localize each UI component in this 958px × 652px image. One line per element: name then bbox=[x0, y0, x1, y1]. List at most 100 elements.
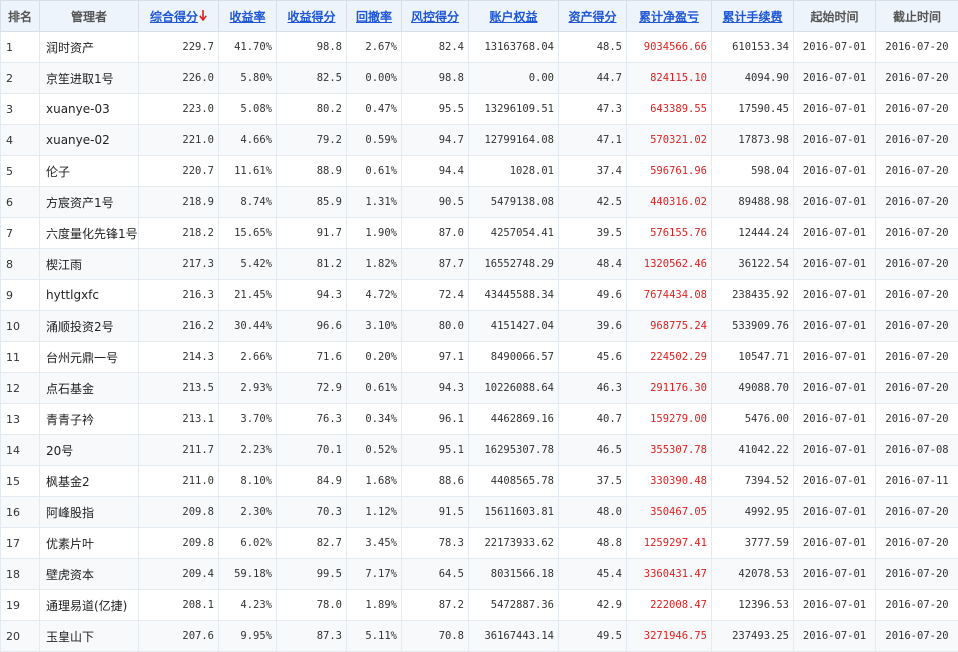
asset-score-cell: 39.6 bbox=[559, 311, 627, 342]
score-cell: 207.6 bbox=[139, 621, 219, 652]
column-header-asset-score[interactable]: 资产得分 bbox=[559, 1, 627, 32]
column-header-fees[interactable]: 累计手续费 bbox=[712, 1, 794, 32]
fees-cell: 7394.52 bbox=[712, 466, 794, 497]
column-header-drawdown[interactable]: 回撤率 bbox=[347, 1, 402, 32]
return-rate-cell: 11.61% bbox=[219, 156, 277, 187]
equity-cell: 43445588.34 bbox=[469, 280, 559, 311]
equity-cell: 4151427.04 bbox=[469, 311, 559, 342]
rank-cell: 16 bbox=[1, 497, 40, 528]
risk-score-cell: 80.0 bbox=[402, 311, 469, 342]
manager-name: 台州元鼎一号 bbox=[40, 342, 139, 373]
table-row[interactable]: 9hyttlgxfc216.321.45%94.34.72%72.4434455… bbox=[1, 280, 958, 311]
return-score-cell: 72.9 bbox=[277, 373, 347, 404]
score-cell: 209.8 bbox=[139, 528, 219, 559]
net-pnl-cell: 440316.02 bbox=[627, 187, 712, 218]
column-header-score[interactable]: 综合得分 bbox=[139, 1, 219, 32]
risk-score-cell: 94.4 bbox=[402, 156, 469, 187]
equity-cell: 1028.01 bbox=[469, 156, 559, 187]
risk-score-cell: 95.1 bbox=[402, 435, 469, 466]
return-rate-cell: 2.93% bbox=[219, 373, 277, 404]
score-cell: 213.1 bbox=[139, 404, 219, 435]
asset-score-cell: 48.0 bbox=[559, 497, 627, 528]
fees-cell: 533909.76 bbox=[712, 311, 794, 342]
column-header-return-rate[interactable]: 收益率 bbox=[219, 1, 277, 32]
column-header-rank: 排名 bbox=[1, 1, 40, 32]
risk-score-cell: 98.8 bbox=[402, 63, 469, 94]
column-header-equity[interactable]: 账户权益 bbox=[469, 1, 559, 32]
start-time-cell: 2016-07-01 bbox=[794, 218, 876, 249]
column-header-risk-score[interactable]: 风控得分 bbox=[402, 1, 469, 32]
score-cell: 223.0 bbox=[139, 94, 219, 125]
drawdown-cell: 1.90% bbox=[347, 218, 402, 249]
risk-score-cell: 82.4 bbox=[402, 32, 469, 63]
table-row[interactable]: 4xuanye-02221.04.66%79.20.59%94.71279916… bbox=[1, 125, 958, 156]
rank-cell: 6 bbox=[1, 187, 40, 218]
asset-score-cell: 49.5 bbox=[559, 621, 627, 652]
rank-cell: 19 bbox=[1, 590, 40, 621]
manager-name: 20号 bbox=[40, 435, 139, 466]
table-row[interactable]: 12点石基金213.52.93%72.90.61%94.310226088.64… bbox=[1, 373, 958, 404]
asset-score-cell: 44.7 bbox=[559, 63, 627, 94]
table-row[interactable]: 10涌顺投资2号216.230.44%96.63.10%80.04151427.… bbox=[1, 311, 958, 342]
column-header-label: 账户权益 bbox=[489, 10, 537, 24]
start-time-cell: 2016-07-01 bbox=[794, 435, 876, 466]
start-time-cell: 2016-07-01 bbox=[794, 280, 876, 311]
table-row[interactable]: 11台州元鼎一号214.32.66%71.60.20%97.18490066.5… bbox=[1, 342, 958, 373]
table-row[interactable]: 15枫基金2211.08.10%84.91.68%88.64408565.783… bbox=[1, 466, 958, 497]
risk-score-cell: 96.1 bbox=[402, 404, 469, 435]
table-row[interactable]: 18壁虎资本209.459.18%99.57.17%64.58031566.18… bbox=[1, 559, 958, 590]
column-header-return-score[interactable]: 收益得分 bbox=[277, 1, 347, 32]
end-time-cell: 2016-07-20 bbox=[876, 590, 958, 621]
table-row[interactable]: 17优素片叶209.86.02%82.73.45%78.322173933.62… bbox=[1, 528, 958, 559]
fees-cell: 3777.59 bbox=[712, 528, 794, 559]
asset-score-cell: 48.8 bbox=[559, 528, 627, 559]
net-pnl-cell: 330390.48 bbox=[627, 466, 712, 497]
rank-cell: 12 bbox=[1, 373, 40, 404]
return-rate-cell: 3.70% bbox=[219, 404, 277, 435]
column-header-net-pnl[interactable]: 累计净盈亏 bbox=[627, 1, 712, 32]
return-rate-cell: 9.95% bbox=[219, 621, 277, 652]
drawdown-cell: 0.52% bbox=[347, 435, 402, 466]
table-row[interactable]: 16阿峰股指209.82.30%70.31.12%91.515611603.81… bbox=[1, 497, 958, 528]
drawdown-cell: 5.11% bbox=[347, 621, 402, 652]
end-time-cell: 2016-07-20 bbox=[876, 187, 958, 218]
table-row[interactable]: 8楔江雨217.35.42%81.21.82%87.716552748.2948… bbox=[1, 249, 958, 280]
table-row[interactable]: 1润时资产229.741.70%98.82.67%82.413163768.04… bbox=[1, 32, 958, 63]
asset-score-cell: 37.5 bbox=[559, 466, 627, 497]
table-row[interactable]: 13青青子衿213.13.70%76.30.34%96.14462869.164… bbox=[1, 404, 958, 435]
table-header-row: 排名管理者综合得分收益率收益得分回撤率风控得分 账户权益 资产得分累计净盈亏累计手续… bbox=[1, 1, 958, 32]
return-rate-cell: 2.66% bbox=[219, 342, 277, 373]
return-score-cell: 82.7 bbox=[277, 528, 347, 559]
table-row[interactable]: 19通理易道(亿捷)208.14.23%78.01.89%87.25472887… bbox=[1, 590, 958, 621]
drawdown-cell: 2.67% bbox=[347, 32, 402, 63]
end-time-cell: 2016-07-20 bbox=[876, 32, 958, 63]
rank-cell: 20 bbox=[1, 621, 40, 652]
table-row[interactable]: 20玉皇山下207.69.95%87.35.11%70.836167443.14… bbox=[1, 621, 958, 652]
drawdown-cell: 3.45% bbox=[347, 528, 402, 559]
start-time-cell: 2016-07-01 bbox=[794, 94, 876, 125]
fees-cell: 17590.45 bbox=[712, 94, 794, 125]
manager-name: 点石基金 bbox=[40, 373, 139, 404]
net-pnl-cell: 643389.55 bbox=[627, 94, 712, 125]
manager-name: 通理易道(亿捷) bbox=[40, 590, 139, 621]
drawdown-cell: 0.59% bbox=[347, 125, 402, 156]
end-time-cell: 2016-07-20 bbox=[876, 621, 958, 652]
table-row[interactable]: 3xuanye-03223.05.08%80.20.47%95.51329610… bbox=[1, 94, 958, 125]
table-row[interactable]: 7六度量化先锋1号218.215.65%91.71.90%87.04257054… bbox=[1, 218, 958, 249]
table-row[interactable]: 2京笙进取1号226.05.80%82.50.00%98.80.0044.782… bbox=[1, 63, 958, 94]
net-pnl-cell: 3360431.47 bbox=[627, 559, 712, 590]
end-time-cell: 2016-07-20 bbox=[876, 342, 958, 373]
drawdown-cell: 0.20% bbox=[347, 342, 402, 373]
fees-cell: 237493.25 bbox=[712, 621, 794, 652]
end-time-cell: 2016-07-20 bbox=[876, 156, 958, 187]
column-header-manager: 管理者 bbox=[40, 1, 139, 32]
end-time-cell: 2016-07-20 bbox=[876, 528, 958, 559]
rank-cell: 2 bbox=[1, 63, 40, 94]
net-pnl-cell: 576155.76 bbox=[627, 218, 712, 249]
end-time-cell: 2016-07-20 bbox=[876, 280, 958, 311]
equity-cell: 5472887.36 bbox=[469, 590, 559, 621]
table-row[interactable]: 5伦子220.711.61%88.90.61%94.41028.0137.459… bbox=[1, 156, 958, 187]
table-row[interactable]: 1420号211.72.23%70.10.52%95.116295307.784… bbox=[1, 435, 958, 466]
ranking-table: 排名管理者综合得分收益率收益得分回撤率风控得分 账户权益 资产得分累计净盈亏累计手续… bbox=[0, 0, 958, 652]
table-row[interactable]: 6方宸资产1号218.98.74%85.91.31%90.55479138.08… bbox=[1, 187, 958, 218]
